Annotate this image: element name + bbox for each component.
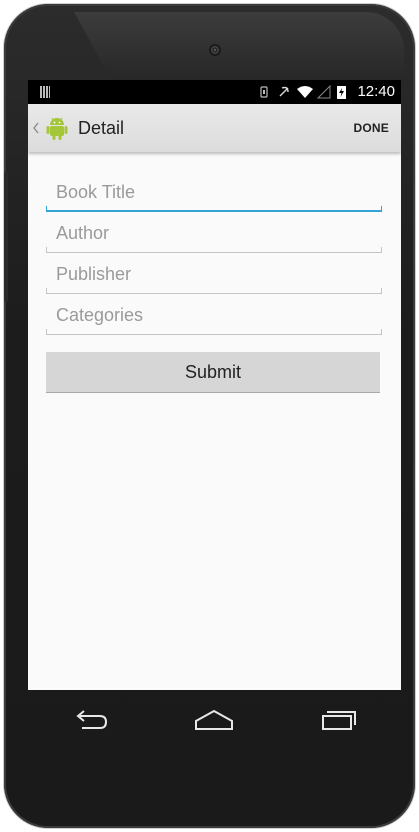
battery-charging-icon: [337, 85, 351, 99]
side-button: [4, 172, 8, 302]
cell-signal-icon: [317, 84, 331, 99]
back-icon[interactable]: [70, 706, 110, 734]
author-underline: [46, 247, 382, 253]
done-button[interactable]: DONE: [354, 121, 389, 135]
navigation-bar: [28, 690, 401, 750]
categories-field: [46, 297, 382, 338]
book-title-input[interactable]: [46, 174, 382, 210]
publisher-field: [46, 256, 382, 297]
up-caret-icon[interactable]: [32, 121, 40, 135]
categories-input[interactable]: [46, 297, 382, 333]
categories-underline: [46, 329, 382, 335]
android-robot-icon[interactable]: [42, 113, 72, 143]
page-title: Detail: [78, 117, 125, 138]
vibrate-icon: [257, 85, 271, 99]
wifi-icon: [297, 85, 314, 99]
author-input[interactable]: [46, 215, 382, 251]
action-bar: Detail DONE: [28, 104, 401, 152]
publisher-input[interactable]: [46, 256, 382, 292]
alarm-icon: [277, 85, 291, 99]
recents-icon[interactable]: [319, 706, 359, 734]
submit-button[interactable]: Submit: [46, 352, 380, 393]
book-title-underline: [46, 206, 382, 212]
home-icon[interactable]: [194, 706, 234, 734]
book-title-field: [46, 174, 382, 215]
book-form: [46, 174, 382, 338]
publisher-underline: [46, 288, 382, 294]
status-bar: 12:40: [28, 80, 401, 104]
author-field: [46, 215, 382, 256]
phone-bezel-highlight: [74, 12, 404, 84]
screen: 12:40 Detail DONE Book Title Author Publ…: [28, 80, 401, 690]
signal-bars-icon: [40, 86, 50, 98]
status-time: 12:40: [357, 83, 395, 100]
earpiece-speaker: [209, 44, 221, 56]
